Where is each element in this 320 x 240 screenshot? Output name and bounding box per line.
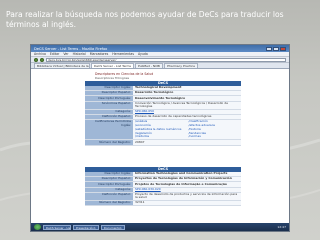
window-titlebar: DeCS Server - List Terms - Mozilla Firef… [31, 45, 289, 52]
tab-decs[interactable]: DeCS Server - List Terms [91, 63, 134, 68]
menu-edit[interactable]: Editar [50, 52, 59, 56]
back-icon[interactable] [34, 57, 38, 62]
forward-icon[interactable] [40, 57, 44, 62]
row-key: Número del Registro: [85, 140, 133, 145]
menu-bookmarks[interactable]: Marcadores [90, 52, 109, 56]
row-value: 32311 [133, 200, 241, 206]
table-row: Calificadores Permitidos Inglés: /anális… [85, 119, 241, 141]
os-taskbar: DeCS Server - Lis... Presentación1 Docum… [31, 223, 289, 231]
qualifier-link[interactable]: /normas [189, 135, 240, 139]
taskbar-item[interactable]: Documento1 [100, 224, 125, 230]
row-value: Desarrollo Tecnológico [133, 90, 241, 96]
row-key: Descriptor Español: [85, 90, 133, 96]
menu-history[interactable]: Historial [73, 52, 86, 56]
row-value: Projetos de Tecnologias de Informação e … [133, 182, 241, 187]
row-value: 29847 [133, 140, 241, 145]
row-key: Número del Registro: [85, 200, 133, 206]
row-key: Calificadores Permitidos Inglés: [85, 119, 133, 140]
tab-biblioteca[interactable]: Biblioteca Virtual | Biblioteca de la S.… [34, 63, 90, 68]
qualifier-list: /análisis /clasificación /economía /efec… [133, 119, 241, 140]
menu-view[interactable]: Ver [63, 52, 68, 56]
page-content: Descriptores en Ciencias de la Salud Des… [31, 69, 289, 231]
decs-subheader: Descriptores Trilingües [95, 76, 130, 80]
menu-tools[interactable]: Herramientas [112, 52, 134, 56]
qualifier-link[interactable]: /métodos [135, 135, 186, 139]
row-key: Descriptor Portugués: [85, 96, 133, 101]
row-value: Innovación Tecnológica / Avances Tecnoló… [133, 101, 241, 109]
tab-pubmed[interactable]: PubMed - NCBI [134, 63, 164, 68]
table-row: Número del Registro: 32311 [85, 200, 241, 207]
start-button[interactable] [34, 224, 41, 230]
menu-help[interactable]: Ayuda [138, 52, 148, 56]
browser-window: DeCS Server - List Terms - Mozilla Firef… [30, 44, 290, 232]
close-button[interactable] [280, 46, 286, 51]
row-key: Descriptor Portugués: [85, 182, 133, 187]
row-value: Proceso de desarrollo de capacidades tec… [133, 114, 241, 120]
row-value: Desenvolvimento Tecnológico [133, 96, 241, 101]
table-row: Número del Registro: 29847 [85, 140, 241, 146]
row-key: Definición Español: [85, 192, 133, 200]
row-value: Proyectos de Tecnologías de Información … [133, 176, 241, 182]
minimize-button[interactable] [266, 46, 272, 51]
row-key: Descriptor Español: [85, 176, 133, 182]
taskbar-item[interactable]: Presentación1 [73, 224, 99, 230]
url-input[interactable]: decs.bvs.br/cgi-bin/wxis1660.exe/decsser… [46, 57, 286, 62]
menu-file[interactable]: Archivo [34, 52, 46, 56]
row-value: Proyecto de desarrollo de productos y se… [133, 192, 241, 200]
taskbar-clock: 12:47 [277, 225, 286, 229]
window-title: DeCS Server - List Terms - Mozilla Firef… [34, 46, 108, 51]
tab-pharmacy[interactable]: Pharmacy Practice [164, 63, 198, 68]
decs-record-panel: DeCS Descriptor Inglés: Technological De… [85, 81, 241, 146]
row-key: Sinónimos Español: [85, 101, 133, 109]
taskbar-item[interactable]: DeCS Server - Lis... [43, 224, 71, 230]
table-row: Sinónimos Español: Innovación Tecnológic… [85, 101, 241, 110]
maximize-button[interactable] [273, 46, 279, 51]
decs-record-panel: DeCS Descriptor Inglés: Information Tech… [85, 167, 241, 207]
